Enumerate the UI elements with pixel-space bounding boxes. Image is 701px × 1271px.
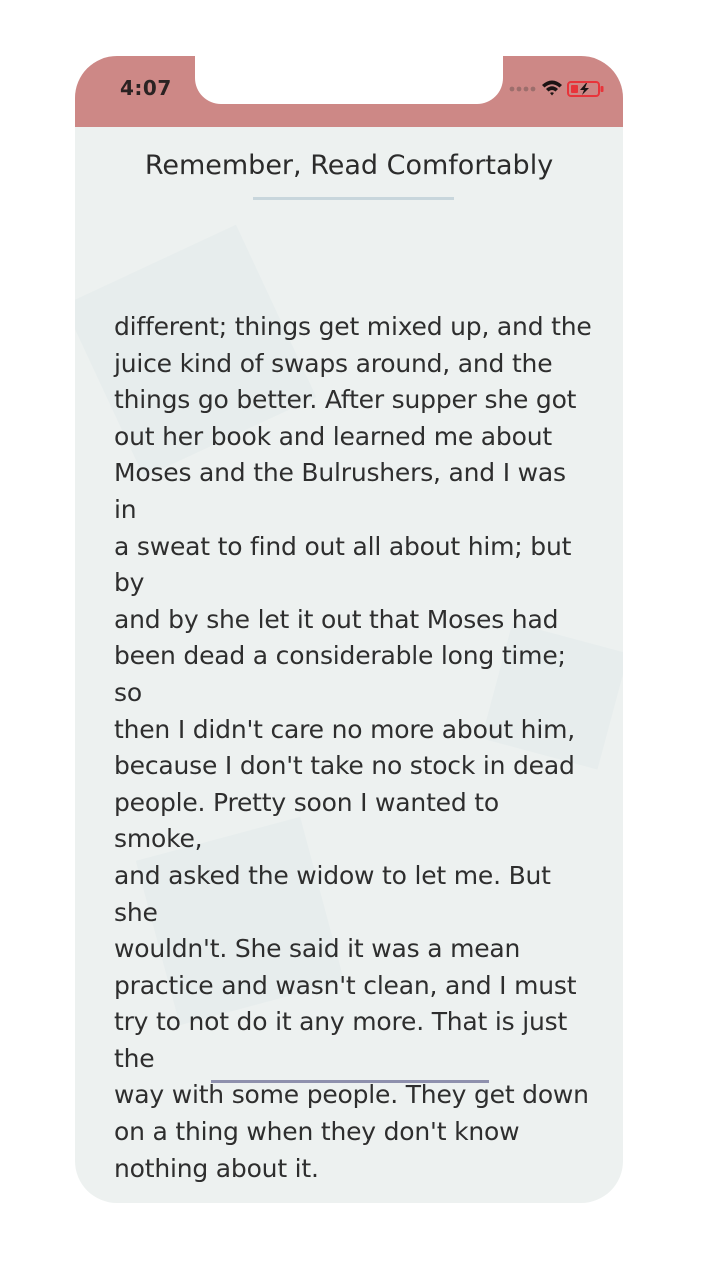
status-bar: 4:07	[75, 56, 623, 127]
status-icons	[509, 78, 609, 100]
notch	[195, 56, 503, 104]
reader-text: different; things get mixed up, and the …	[114, 312, 592, 1183]
page-title: Remember, Read Comfortably	[144, 150, 554, 181]
phone-screen: 4:07 Remember, Read Comfortably differen…	[75, 56, 623, 1203]
wifi-icon	[542, 80, 562, 96]
title-underline	[253, 197, 454, 200]
battery-charging-icon	[567, 81, 604, 97]
footer-divider	[211, 1080, 489, 1083]
signal-dots-icon	[509, 86, 536, 92]
status-time: 4:07	[120, 76, 172, 100]
